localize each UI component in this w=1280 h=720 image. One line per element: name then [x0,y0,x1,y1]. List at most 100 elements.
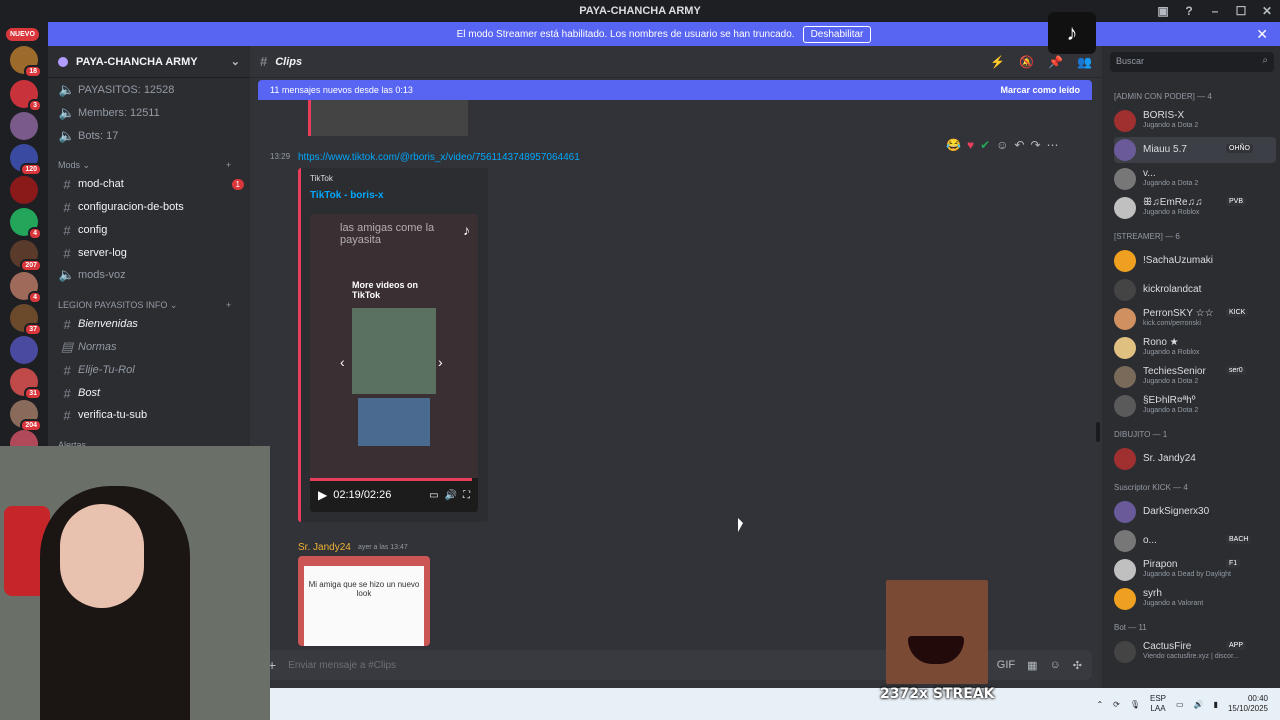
chevron-down-icon[interactable]: ⌄ [231,55,240,68]
heart-reaction-icon[interactable]: ♥ [967,138,974,152]
message-author[interactable]: Sr. Jandy24 [298,542,351,553]
volume-icon[interactable]: 🔊 [445,490,457,501]
channel-mods-voz[interactable]: 🔈 mods-voz [56,265,244,285]
member-item[interactable]: DarkSignerx30 [1114,499,1276,525]
tiktok-link[interactable]: https://www.tiktok.com/@rboris_x/video/7… [298,152,580,163]
member-item[interactable]: v... Jugando a Dota 2 [1114,166,1276,192]
reply-icon[interactable]: ↶ [1014,138,1024,152]
server-icon[interactable]: 31 [10,368,42,400]
guild-header[interactable]: PAYA-CHANCHA ARMY ⌄ [48,46,250,78]
network-icon[interactable]: ▭ [1176,700,1184,709]
member-item[interactable]: Rono ★ Jugando a Roblox [1114,335,1276,361]
video-thumbnail[interactable] [358,398,430,446]
composer-placeholder[interactable]: Enviar mensaje a #Clips [288,660,396,671]
help-icon[interactable]: ? [1176,4,1202,18]
emoji-reaction-icon[interactable]: 😂 [946,138,961,152]
channel-bost[interactable]: # Bost [56,383,244,403]
sync-icon[interactable]: ⟳ [1113,700,1120,709]
voice-stat-channel[interactable]: 🔈 Members: 12511 [56,103,244,123]
minimize-icon[interactable]: – [1202,4,1228,18]
mark-read-button[interactable]: Marcar como leído [1000,85,1080,95]
channel-mod-chat[interactable]: # mod-chat 1 [56,174,244,194]
server-icon[interactable]: 3 [10,80,42,112]
threads-icon[interactable]: ⚡ [990,55,1005,69]
apps-icon[interactable]: ✣ [1073,659,1082,672]
banner-close-icon[interactable]: ✕ [1256,26,1268,43]
next-arrow-icon[interactable]: › [438,354,443,370]
server-icon[interactable]: 120 [10,144,42,176]
captions-icon[interactable]: ▭ [429,490,438,501]
check-reaction-icon[interactable]: ✔ [980,138,990,152]
server-icon[interactable]: 18 [10,46,42,78]
member-item[interactable]: !SachaUzumaki [1114,248,1276,274]
member-item[interactable]: ꕥ♫EmRe♫♫ PVB Jugando a Roblox [1114,195,1276,221]
channel-config[interactable]: # config [56,220,244,240]
member-item[interactable]: o... BACH [1114,528,1276,554]
video-player[interactable]: las amigas come la payasita ♪ More video… [310,214,478,512]
category-legion[interactable]: LEGION PAYASITOS INFO ⌄ + [58,300,231,311]
disable-streamer-button[interactable]: Deshabilitar [802,25,872,43]
add-reaction-icon[interactable]: ☺ [996,138,1008,152]
more-options-icon[interactable]: ⋯ [1047,138,1059,152]
category-mods[interactable]: Mods ⌄ + [58,160,231,171]
scrollbar[interactable] [1096,422,1100,442]
member-tag: ser0 [1226,366,1246,375]
play-icon[interactable]: ▶ [318,488,327,502]
server-icon[interactable]: 204 [10,400,42,432]
voice-stat-channel[interactable]: 🔈 PAYASITOS: 12528 [56,80,244,100]
channel-verifica-tu-sub[interactable]: # verifica-tu-sub [56,405,244,425]
member-item[interactable]: Sr. Jandy24 [1114,446,1276,472]
members-icon[interactable]: 👥 [1077,55,1092,69]
embed-title[interactable]: TikTok - boris-x [310,190,384,201]
prev-arrow-icon[interactable]: ‹ [340,354,345,370]
pin-icon[interactable]: 📌 [1048,55,1063,69]
language-indicator[interactable]: ESP LAA [1150,694,1166,714]
hash-icon: # [63,222,71,238]
emoji-icon[interactable]: ☺ [1050,659,1061,672]
channel-configuracion-de-bots[interactable]: # configuracion-de-bots [56,197,244,217]
server-icon[interactable]: 207 [10,240,42,272]
channel-elije-tu-rol[interactable]: # Elije-Tu-Rol [56,360,244,380]
member-item[interactable]: BORIS-X Jugando a Dota 2 [1114,108,1276,134]
hash-icon: # [63,362,71,378]
server-icon[interactable] [10,336,38,364]
avatar [1114,139,1136,161]
member-item[interactable]: PerronSKY ☆☆ KICK kick.com/perronski [1114,306,1276,332]
channel-bienvenidas[interactable]: # Bienvenidas [56,314,244,334]
member-item[interactable]: Miauu 5.7 OHÑO [1114,137,1276,163]
video-thumbnail[interactable] [352,308,436,394]
message-attachment[interactable]: Mi amiga que se hizo un nuevo look [298,556,430,646]
voice-stat-channel[interactable]: 🔈 Bots: 17 [56,126,244,146]
mic-icon[interactable]: 🎙 [1130,700,1140,709]
gif-icon[interactable]: GIF [997,659,1015,672]
previous-embed-image[interactable] [308,100,468,136]
chevron-up-icon[interactable]: ⌃ [1096,700,1103,709]
member-item[interactable]: CactusFire APP Viendo cactusfire.xyz | dis… [1114,639,1276,665]
fullscreen-icon[interactable]: ⛶ [463,490,470,501]
server-icon[interactable]: 4 [10,272,42,304]
new-messages-bar[interactable]: 11 mensajes nuevos desde las 0:13 Marcar… [258,80,1092,100]
nuevo-badge[interactable]: NUEVO [6,28,39,41]
sticker-icon[interactable]: ▦ [1027,659,1037,672]
close-window-icon[interactable]: ✕ [1254,4,1280,18]
server-icon[interactable] [10,176,38,204]
clock[interactable]: 00:40 15/10/2025 [1228,694,1268,714]
member-item[interactable]: syrh Jugando a Valorant [1114,586,1276,612]
battery-icon[interactable]: ▮ [1214,700,1218,709]
member-item[interactable]: kickrolandcat [1114,277,1276,303]
maximize-icon[interactable]: ☐ [1228,4,1254,18]
volume-icon[interactable]: 🔊 [1194,700,1204,709]
mute-icon[interactable]: 🔕 [1019,55,1034,69]
progress-bar[interactable] [310,478,472,481]
member-item[interactable]: Pirapon F1 Jugando a Dead by Daylight [1114,557,1276,583]
server-icon[interactable]: 37 [10,304,42,336]
forward-icon[interactable]: ↷ [1030,138,1040,152]
search-input[interactable]: Buscar ⌕ [1110,52,1274,72]
server-icon[interactable] [10,112,38,140]
channel-normas[interactable]: ▤ Normas [56,337,244,357]
member-item[interactable]: TechiesSenior ser0 Jugando a Dota 2 [1114,364,1276,390]
member-item[interactable]: §EÞhlR¤ªhº Jugando a Dota 2 [1114,393,1276,419]
server-icon[interactable]: 4 [10,208,42,240]
inbox-icon[interactable]: ▣ [1150,4,1176,18]
channel-server-log[interactable]: # server-log [56,243,244,263]
